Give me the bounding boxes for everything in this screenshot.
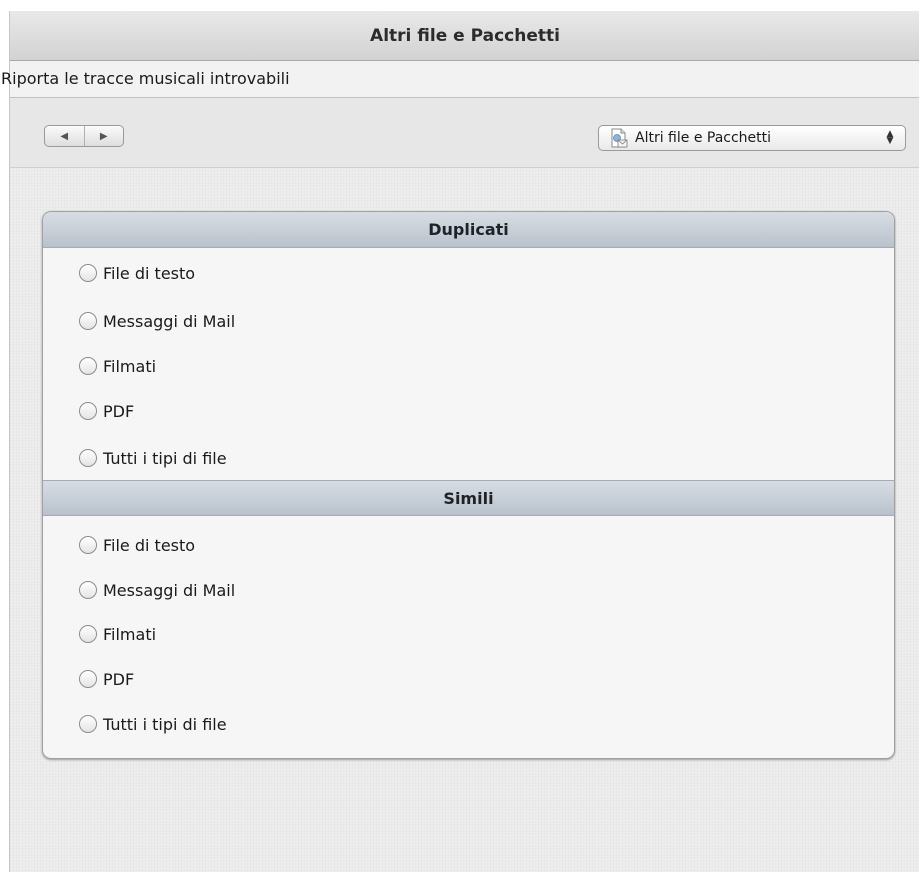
section-header-simili: Simili <box>43 480 894 516</box>
section-title: Simili <box>443 488 494 508</box>
option-label: File di testo <box>103 263 196 283</box>
option-label: Messaggi di Mail <box>103 580 236 600</box>
radio-button-icon[interactable] <box>79 449 97 467</box>
radio-button-icon[interactable] <box>79 402 97 420</box>
option-label: Messaggi di Mail <box>103 311 236 331</box>
radio-option-simili-pdf[interactable]: PDF <box>79 667 134 691</box>
subtitle-text: Riporta le tracce musicali introvabili <box>1 69 290 88</box>
subtitle-bar: Riporta le tracce musicali introvabili <box>1 61 919 98</box>
radio-button-icon[interactable] <box>79 357 97 375</box>
back-button[interactable]: ◀ <box>45 126 85 146</box>
radio-button-icon[interactable] <box>79 670 97 688</box>
radio-option-duplicati-file-di-testo[interactable]: File di testo <box>79 261 195 285</box>
option-label: Filmati <box>103 624 157 644</box>
option-label: Filmati <box>103 356 157 376</box>
radio-button-icon[interactable] <box>79 312 97 330</box>
option-label: Tutti i tipi di file <box>103 714 227 734</box>
up-down-arrows-icon: ▲ ▼ <box>886 129 894 146</box>
options-panel: Duplicati File di testo Messaggi di Mail… <box>42 211 895 759</box>
triangle-left-icon: ◀ <box>60 130 69 142</box>
radio-option-duplicati-filmati[interactable]: Filmati <box>79 354 156 378</box>
document-mail-icon <box>607 127 629 149</box>
radio-button-icon[interactable] <box>79 536 97 554</box>
radio-button-icon[interactable] <box>79 625 97 643</box>
option-label: PDF <box>103 669 135 689</box>
category-popup-button[interactable]: Altri file e Pacchetti ▲ ▼ <box>598 125 906 151</box>
window-titlebar: Altri file e Pacchetti <box>10 11 919 61</box>
category-popup-label: Altri file e Pacchetti <box>635 130 772 146</box>
option-label: File di testo <box>103 535 196 555</box>
forward-button[interactable]: ▶ <box>85 126 124 146</box>
radio-option-duplicati-tutti-i-tipi[interactable]: Tutti i tipi di file <box>79 446 227 470</box>
radio-button-icon[interactable] <box>79 715 97 733</box>
navigation-segmented-control: ◀ ▶ <box>44 125 124 147</box>
radio-option-simili-filmati[interactable]: Filmati <box>79 622 156 646</box>
option-label: PDF <box>103 401 135 421</box>
triangle-right-icon: ▶ <box>99 130 108 142</box>
radio-option-simili-tutti-i-tipi[interactable]: Tutti i tipi di file <box>79 712 227 736</box>
radio-button-icon[interactable] <box>79 264 97 282</box>
radio-option-simili-file-di-testo[interactable]: File di testo <box>79 533 195 557</box>
radio-option-duplicati-messaggi-di-mail[interactable]: Messaggi di Mail <box>79 309 235 333</box>
radio-button-icon[interactable] <box>79 581 97 599</box>
window-title: Altri file e Pacchetti <box>370 25 560 46</box>
toolbar: ◀ ▶ Altri file e Pacchetti ▲ ▼ <box>10 98 919 168</box>
radio-option-duplicati-pdf[interactable]: PDF <box>79 399 134 423</box>
option-label: Tutti i tipi di file <box>103 448 227 468</box>
section-title: Duplicati <box>428 220 509 239</box>
section-header-duplicati: Duplicati <box>43 212 894 248</box>
app-window: Altri file e Pacchetti Riporta le tracce… <box>1 11 919 872</box>
radio-option-simili-messaggi-di-mail[interactable]: Messaggi di Mail <box>79 578 235 602</box>
